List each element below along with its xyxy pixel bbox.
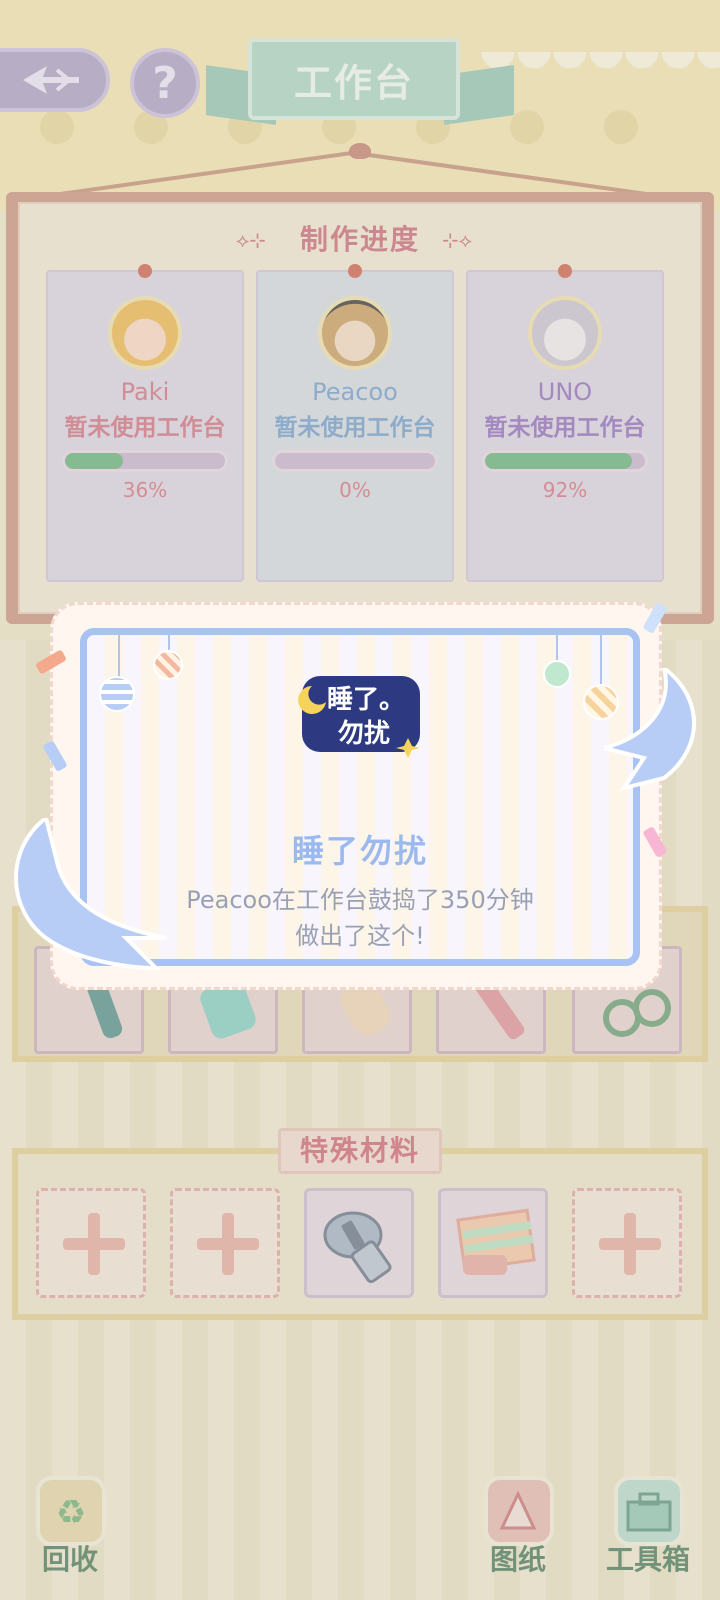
reward-message-line2: 做出了这个!	[295, 922, 425, 950]
ornament-string	[118, 634, 120, 678]
ornament-string	[600, 634, 602, 686]
moon-icon: 睡了。 勿扰	[298, 676, 420, 758]
ornament-icon	[583, 684, 619, 720]
reward-message: Peacoo在工作台鼓捣了350分钟 做出了这个!	[80, 882, 640, 954]
svg-text:勿扰: 勿扰	[338, 719, 390, 749]
sleep-item-logo: 睡了。 勿扰	[290, 662, 430, 762]
ornament-icon	[543, 660, 571, 688]
reward-message-line1: Peacoo在工作台鼓捣了350分钟	[186, 886, 534, 914]
ribbon-decoration-right	[604, 668, 696, 792]
reward-title: 睡了勿扰	[291, 832, 428, 870]
ornament-string	[168, 634, 170, 650]
ornament-icon	[153, 650, 183, 680]
ornament-icon	[99, 676, 135, 712]
ornament-string	[556, 634, 558, 660]
svg-text:睡了。: 睡了。	[327, 685, 405, 715]
